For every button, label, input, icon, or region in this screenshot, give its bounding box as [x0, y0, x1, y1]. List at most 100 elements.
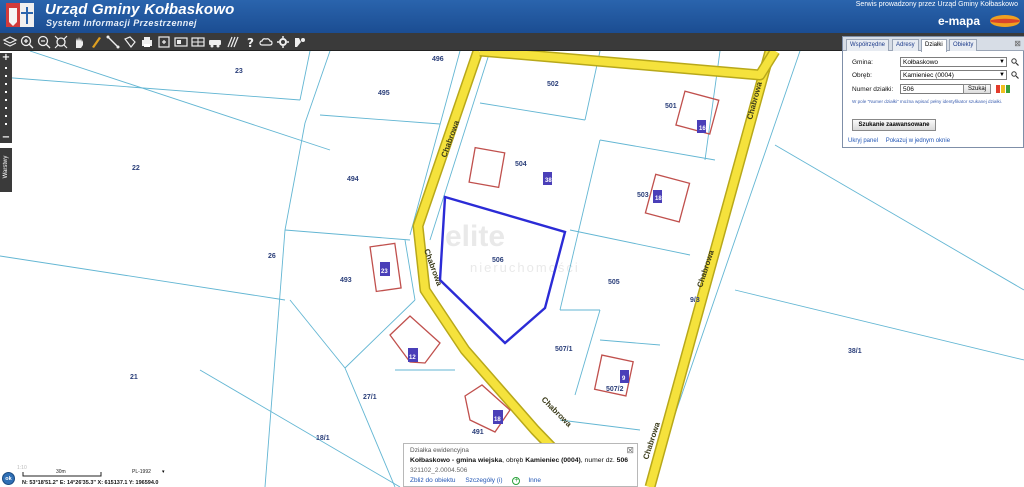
panel-tabs: Współrzędne Adresy Działki Obiekty ⊠: [843, 37, 1024, 52]
svg-text:23: 23: [235, 68, 243, 75]
svg-text:496: 496: [432, 56, 444, 63]
tab-wspolrzedne[interactable]: Współrzędne: [846, 39, 890, 51]
app-title: Urząd Gminy Kołbaskowo: [45, 1, 235, 18]
table-icon[interactable]: [190, 34, 206, 50]
print-icon[interactable]: [139, 34, 155, 50]
svg-text:501: 501: [665, 103, 677, 110]
zoom-tick[interactable]: [5, 115, 7, 117]
popup-description: Kołbaskowo - gmina wiejska, obręb Kamien…: [410, 457, 628, 464]
popup-obreb: Kamieniec (0004): [525, 457, 581, 464]
scale-label: 30m: [56, 469, 66, 475]
watermark: elite nieruchomości: [445, 220, 580, 275]
svg-text:18: 18: [494, 417, 501, 423]
zoom-out-icon[interactable]: [36, 34, 52, 50]
svg-text:505: 505: [608, 279, 620, 286]
svg-text:494: 494: [347, 176, 359, 183]
parcel-info-popup: Działka ewidencyjna ⊠ Kołbaskowo - gmina…: [403, 443, 638, 487]
car-icon[interactable]: [207, 34, 223, 50]
svg-text:507/2: 507/2: [606, 386, 624, 393]
plus-icon[interactable]: +: [512, 477, 521, 485]
export-icon[interactable]: [156, 34, 172, 50]
svg-text:elite: elite: [445, 220, 505, 253]
zoom-extent-icon[interactable]: [53, 34, 69, 50]
svg-text:nieruchomości: nieruchomości: [470, 260, 580, 275]
search-hint: W pole "Numer działki" można wpisać pełn…: [852, 99, 1003, 104]
hatch-icon[interactable]: [225, 34, 241, 50]
search-icon[interactable]: [1011, 71, 1019, 79]
gear-icon[interactable]: [275, 34, 291, 50]
svg-text:27/1: 27/1: [363, 394, 377, 401]
projection-label: PL-1992: [132, 469, 151, 475]
svg-text:12: 12: [409, 355, 416, 361]
gmina-select[interactable]: Kołbaskowo ▼: [900, 57, 1007, 67]
app-subtitle: System Informacji Przestrzennej: [46, 18, 197, 28]
numer-dzialki-input[interactable]: 506: [900, 84, 965, 94]
color-swatch-yellow[interactable]: [1001, 85, 1005, 93]
svg-text:493: 493: [340, 277, 352, 284]
details-link[interactable]: Szczegóły (i): [465, 477, 502, 484]
color-swatch-red[interactable]: [996, 85, 1000, 93]
other-link[interactable]: Inne: [528, 477, 541, 484]
svg-text:18: 18: [655, 196, 662, 202]
zoom-in-icon[interactable]: [19, 34, 35, 50]
svg-text:507/1: 507/1: [555, 346, 573, 353]
projection-chevron-icon[interactable]: ▾: [162, 469, 165, 475]
app-header: Urząd Gminy Kołbaskowo System Informacji…: [0, 0, 1024, 33]
zoom-tick[interactable]: [5, 99, 7, 101]
pencil-icon[interactable]: [88, 34, 104, 50]
zoom-tick[interactable]: [5, 67, 7, 69]
chevron-down-icon: ▼: [999, 59, 1005, 65]
svg-text:502: 502: [547, 81, 559, 88]
settings-pin-icon[interactable]: [291, 34, 307, 50]
popup-parcel-id: 321102_2.0004.506: [410, 467, 468, 474]
screen-icon[interactable]: [173, 34, 189, 50]
szukaj-button[interactable]: Szukaj: [963, 84, 991, 94]
zoom-tick[interactable]: [5, 83, 7, 85]
layers-tab[interactable]: Warstwy: [0, 148, 12, 192]
search-icon[interactable]: [1011, 58, 1019, 66]
zoom-to-object-link[interactable]: Zbliż do obiektu: [410, 477, 456, 484]
close-icon[interactable]: ⊠: [626, 445, 634, 456]
popup-gmina: Kołbaskowo - gmina wiejska: [410, 457, 503, 464]
color-swatch-green[interactable]: [1006, 85, 1010, 93]
tab-adresy[interactable]: Adresy: [892, 39, 919, 51]
tab-dzialki[interactable]: Działki: [921, 39, 947, 52]
advanced-search-button[interactable]: Szukanie zaawansowane: [852, 119, 936, 131]
svg-text:495: 495: [378, 90, 390, 97]
close-icon[interactable]: ⊠: [1013, 39, 1022, 48]
obreb-select[interactable]: Kamieniec (0004) ▼: [900, 70, 1007, 80]
help-icon[interactable]: ?: [242, 34, 258, 50]
zoom-tick[interactable]: [5, 75, 7, 77]
popup-obreb-prefix: , obręb: [502, 457, 526, 464]
measure-area-icon[interactable]: [122, 34, 138, 50]
gmina-label: Gmina:: [852, 59, 873, 66]
service-note: Serwis prowadzony przez Urząd Gminy Kołb…: [855, 1, 1018, 8]
measure-line-icon[interactable]: [105, 34, 121, 50]
tab-obiekty[interactable]: Obiekty: [949, 39, 978, 51]
chevron-down-icon: ▼: [999, 72, 1005, 78]
svg-text:9/3: 9/3: [690, 297, 700, 304]
panel-links: Ukryj panel Pokazuj w jednym oknie: [848, 138, 956, 144]
svg-text:18/1: 18/1: [316, 435, 330, 442]
cursor-coordinates: N: 53°18'51.2" E: 14°26'35.3" X: 615137.…: [22, 480, 159, 486]
emapa-brand[interactable]: e-mapa: [938, 14, 980, 28]
svg-text:23: 23: [381, 269, 388, 275]
zoom-slider[interactable]: + −: [0, 53, 12, 143]
svg-text:38/1: 38/1: [848, 348, 862, 355]
zoom-plus-button[interactable]: +: [0, 53, 12, 63]
layers-tab-label: Warstwy: [3, 155, 9, 179]
popup-num-prefix: , numer dz.: [580, 457, 617, 464]
zoom-minus-button[interactable]: −: [0, 133, 12, 143]
ok-button[interactable]: ok: [2, 472, 15, 485]
cloud-icon[interactable]: [258, 34, 274, 50]
svg-text:506: 506: [492, 257, 504, 264]
single-window-link[interactable]: Pokazuj w jednym oknie: [886, 138, 950, 144]
pan-hand-icon[interactable]: [71, 34, 87, 50]
hide-panel-link[interactable]: Ukryj panel: [848, 138, 878, 144]
layers-icon[interactable]: [2, 34, 18, 50]
obreb-value: Kamieniec (0004): [903, 72, 954, 79]
numer-label: Numer działki:: [852, 86, 894, 93]
zoom-tick[interactable]: [5, 123, 7, 125]
zoom-tick[interactable]: [5, 107, 7, 109]
zoom-tick[interactable]: [5, 91, 7, 93]
